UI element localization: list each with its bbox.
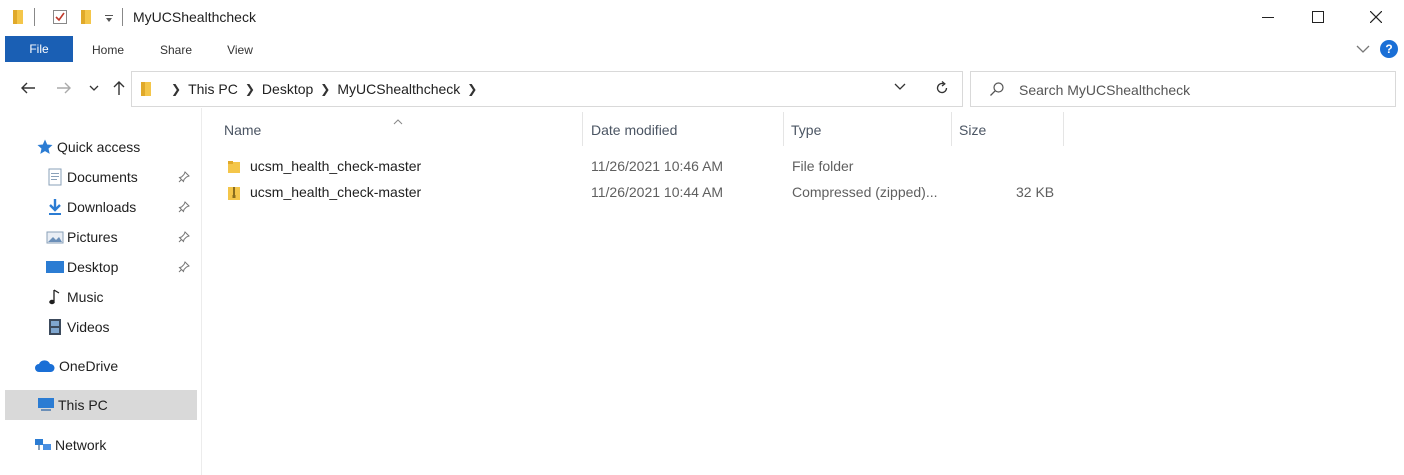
new-folder-icon[interactable] (80, 9, 92, 30)
forward-button[interactable] (52, 76, 76, 100)
back-button[interactable] (16, 76, 40, 100)
column-header-type[interactable]: Type (783, 116, 951, 144)
sidebar-item-documents[interactable]: Documents (0, 162, 197, 192)
file-date: 11/26/2021 10:46 AM (591, 158, 724, 174)
chevron-down-icon (894, 83, 906, 90)
column-divider[interactable] (1063, 112, 1064, 146)
desktop-icon (46, 258, 64, 276)
table-row[interactable]: ucsm_health_check-master 11/26/2021 10:4… (219, 179, 1319, 205)
close-button[interactable] (1348, 0, 1404, 34)
sidebar-item-network[interactable]: Network (0, 430, 197, 460)
documents-icon (46, 168, 64, 186)
minimize-icon (1262, 17, 1274, 18)
folder-icon (12, 9, 24, 30)
chevron-right-icon[interactable]: ❯ (320, 82, 330, 96)
title-bar: MyUCShealthcheck (0, 0, 1404, 34)
navigation-pane: Quick access Documents Downloads Picture… (0, 108, 202, 475)
sidebar-item-pictures[interactable]: Pictures (0, 222, 197, 252)
chevron-right-icon[interactable]: ❯ (245, 82, 255, 96)
column-header-name[interactable]: Name (216, 116, 582, 144)
sidebar-item-label: OneDrive (59, 358, 119, 374)
network-icon (34, 436, 52, 454)
sidebar-item-videos[interactable]: Videos (0, 312, 197, 342)
up-arrow-icon (113, 81, 125, 95)
refresh-button[interactable] (928, 74, 956, 102)
file-type: Compressed (zipped)... (792, 184, 938, 200)
search-input[interactable] (1019, 80, 1379, 100)
chevron-right-icon[interactable]: ❯ (467, 82, 477, 96)
tab-share[interactable]: Share (152, 38, 200, 62)
window-title: MyUCShealthcheck (133, 9, 256, 25)
sidebar-item-label: Downloads (67, 199, 137, 215)
sidebar-item-desktop[interactable]: Desktop (0, 252, 197, 282)
column-header-size[interactable]: Size (951, 116, 1063, 144)
sidebar-item-label: Videos (67, 319, 110, 335)
sidebar-item-quick-access[interactable]: Quick access (0, 132, 197, 162)
sidebar-item-downloads[interactable]: Downloads (0, 192, 197, 222)
forward-arrow-icon (57, 82, 71, 94)
downloads-icon (46, 198, 64, 216)
file-date: 11/26/2021 10:44 AM (591, 184, 724, 200)
chevron-right-icon[interactable]: ❯ (171, 82, 181, 96)
sidebar-item-label: This PC (58, 397, 108, 413)
videos-icon (46, 318, 64, 336)
sidebar-item-label: Quick access (57, 139, 141, 155)
onedrive-icon (34, 357, 56, 375)
title-separator (34, 8, 36, 31)
title-separator (122, 8, 124, 31)
chevron-down-icon (89, 85, 99, 91)
back-arrow-icon (21, 82, 35, 94)
expand-ribbon-icon[interactable] (1355, 42, 1371, 60)
search-icon (989, 81, 1005, 102)
pin-icon (178, 260, 190, 276)
this-pc-icon (37, 396, 55, 414)
breadcrumb-desktop[interactable]: Desktop (262, 81, 313, 97)
pin-icon (178, 170, 190, 186)
sidebar-item-label: Music (67, 289, 104, 305)
table-row[interactable]: ucsm_health_check-master 11/26/2021 10:4… (219, 153, 1319, 179)
search-box[interactable] (970, 71, 1396, 107)
tab-view[interactable]: View (216, 38, 264, 62)
sidebar-item-label: Desktop (67, 259, 119, 275)
star-icon (36, 138, 54, 156)
maximize-icon (1312, 11, 1324, 23)
up-button[interactable] (108, 76, 130, 100)
column-header-date-modified[interactable]: Date modified (583, 116, 783, 144)
breadcrumb-this-pc[interactable]: This PC (188, 81, 238, 97)
close-icon (1370, 11, 1382, 23)
pictures-icon (46, 228, 64, 246)
help-icon[interactable]: ? (1380, 40, 1398, 58)
pin-icon (178, 230, 190, 246)
file-list: Name Date modified Type Size ucsm_health… (203, 108, 1404, 475)
tab-file[interactable]: File (5, 36, 73, 62)
sidebar-item-label: Network (55, 437, 107, 453)
customize-toolbar-icon[interactable] (104, 11, 114, 29)
sidebar-item-this-pc[interactable]: This PC (5, 390, 197, 420)
sidebar-item-label: Documents (67, 169, 138, 185)
sidebar-item-onedrive[interactable]: OneDrive (0, 351, 197, 381)
minimize-button[interactable] (1240, 0, 1296, 34)
sidebar-item-music[interactable]: Music (0, 282, 197, 312)
properties-icon[interactable] (52, 9, 68, 30)
music-icon (46, 288, 64, 306)
address-bar[interactable]: ❯ This PC ❯ Desktop ❯ MyUCShealthcheck ❯ (131, 71, 963, 107)
recent-locations-button[interactable] (85, 76, 103, 100)
file-type: File folder (792, 158, 854, 174)
tab-home[interactable]: Home (84, 38, 132, 62)
file-size: 32 KB (1016, 184, 1055, 200)
maximize-button[interactable] (1290, 0, 1346, 34)
breadcrumb-myucshealthcheck[interactable]: MyUCShealthcheck (337, 81, 460, 97)
ribbon-tabs: File Home Share View ? (0, 34, 1404, 64)
zip-folder-icon (227, 183, 241, 209)
file-name: ucsm_health_check-master (250, 184, 422, 200)
breadcrumb: ❯ This PC ❯ Desktop ❯ MyUCShealthcheck ❯ (164, 72, 484, 106)
pin-icon (178, 200, 190, 216)
refresh-icon (936, 81, 948, 94)
address-dropdown-button[interactable] (894, 79, 906, 97)
folder-icon (140, 81, 152, 102)
file-name: ucsm_health_check-master (250, 158, 422, 174)
sidebar-item-label: Pictures (67, 229, 118, 245)
